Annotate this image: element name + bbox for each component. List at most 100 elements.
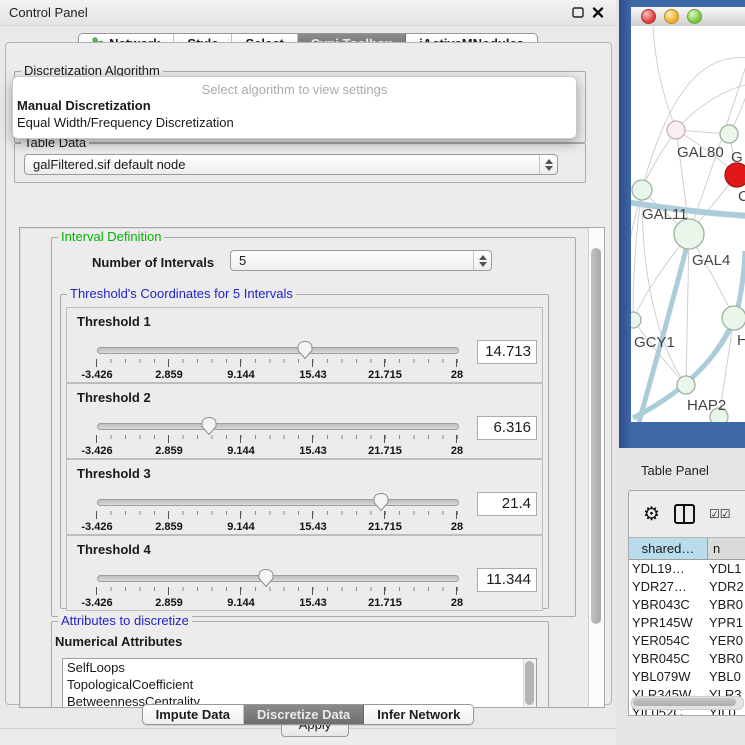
node-label: C	[738, 188, 745, 205]
numerical-attributes-label: Numerical Attributes	[55, 634, 182, 649]
node-label: HAP2	[687, 397, 726, 414]
threshold-slider[interactable]: -3.4262.8599.14415.4321.71528	[97, 494, 457, 530]
threshold-value-field[interactable]: 11.344	[477, 568, 537, 592]
table-row[interactable]: YBL079WYBL0	[629, 668, 745, 686]
table-data-combobox[interactable]: galFiltered.sif default node	[24, 154, 558, 175]
table-row[interactable]: YDR27…YDR2	[629, 578, 745, 596]
slider-track[interactable]	[97, 423, 459, 430]
tab-label: Impute Data	[156, 707, 230, 722]
node-label: GAL80	[677, 144, 724, 161]
node-selected-red[interactable]	[725, 163, 745, 187]
table-row[interactable]: YBR045CYBR0	[629, 650, 745, 668]
gear-icon[interactable]: ⚙	[643, 505, 660, 524]
num-intervals-combobox[interactable]: 5	[230, 250, 492, 271]
slider-track[interactable]	[97, 499, 459, 506]
threshold-value-field[interactable]: 21.4	[477, 492, 537, 516]
tab-impute-data[interactable]: Impute Data	[143, 705, 244, 724]
dropdown-option-manual[interactable]: Manual Discretization	[13, 97, 576, 114]
tab-discretize-data[interactable]: Discretize Data	[244, 705, 364, 724]
dropdown-placeholder: Select algorithm to view settings	[13, 82, 576, 97]
table-row[interactable]: YBR043CYBR0	[629, 596, 745, 614]
settings-scrollbar[interactable]	[588, 228, 604, 707]
slider-thumb[interactable]	[257, 568, 275, 588]
slider-track[interactable]	[97, 575, 459, 582]
node[interactable]	[720, 125, 738, 143]
table-panel: ⚙ ☑☑ shared… n YDL19…YDL1 YDR27…YDR2 YBR…	[628, 490, 745, 716]
group-label: Interval Definition	[58, 229, 164, 245]
slider-track[interactable]	[97, 347, 459, 354]
minimize-traffic-light[interactable]	[664, 9, 679, 24]
table-toolbar: ⚙ ☑☑	[629, 491, 745, 537]
table-row[interactable]: YPR145WYPR1	[629, 614, 745, 632]
stepper-arrows-icon	[473, 251, 491, 270]
slider-thumb[interactable]	[296, 340, 314, 360]
close-traffic-light[interactable]	[641, 9, 656, 24]
slider-thumb[interactable]	[372, 492, 390, 512]
column-header-shared-name[interactable]: shared…	[629, 538, 708, 559]
tab-infer-network[interactable]: Infer Network	[364, 705, 473, 724]
combobox-value: galFiltered.sif default node	[33, 157, 185, 172]
node-gal80[interactable]	[667, 121, 685, 139]
interval-definition-group: Interval Definition Number of Intervals …	[51, 237, 576, 617]
zoom-traffic-light[interactable]	[687, 9, 702, 24]
threshold-panel: Threshold 4 -3.4262.8599.14415.4321.7152…	[66, 535, 543, 611]
panel-title: Control Panel	[9, 5, 88, 20]
table-row[interactable]: YDL19…YDL1	[629, 560, 745, 578]
table-panel-title: Table Panel	[641, 463, 709, 478]
node-label: GAL4	[692, 252, 730, 269]
close-icon[interactable]	[592, 7, 604, 18]
algorithm-dropdown-popup: Select algorithm to view settings Manual…	[12, 76, 577, 139]
group-label: Threshold's Coordinates for 5 Intervals	[67, 286, 296, 302]
network-window-titlebar[interactable]	[631, 7, 745, 27]
network-canvas[interactable]: GAL80 G GAL11 C GAL4 GCY1 H HAP2	[631, 26, 745, 422]
slider-major-ticks	[96, 511, 458, 519]
numerical-attributes-list[interactable]: SelfLoops TopologicalCoefficient Between…	[62, 658, 537, 708]
threshold-label: Threshold 2	[77, 390, 151, 405]
dropdown-option-equal-width[interactable]: Equal Width/Frequency Discretization	[13, 114, 576, 131]
bottom-tab-bar: Impute Data Discretize Data Infer Networ…	[0, 704, 616, 725]
num-intervals-label: Number of Intervals	[92, 255, 214, 270]
threshold-panel: Threshold 3 -3.4262.8599.14415.4321.7152…	[66, 459, 543, 535]
threshold-panel: Threshold 1 -3.4262.8599.14415.4321.7152…	[66, 307, 543, 383]
threshold-label: Threshold 4	[77, 542, 151, 557]
node-table: shared… n YDL19…YDL1 YDR27…YDR2 YBR043CY…	[629, 537, 745, 715]
columns-icon[interactable]	[674, 504, 695, 524]
float-window-icon[interactable]	[572, 7, 584, 18]
attributes-group: Attributes to discretize Numerical Attri…	[51, 621, 549, 708]
settings-scrollpane: Interval Definition Number of Intervals …	[19, 227, 605, 708]
cyni-toolbox-panel: Discretization Algorithm Table Data galF…	[5, 42, 612, 705]
combobox-value: 5	[239, 253, 246, 268]
tab-label: Discretize Data	[257, 707, 350, 722]
select-columns-icon[interactable]: ☑☑	[709, 507, 731, 521]
node-h[interactable]	[722, 306, 745, 330]
table-row[interactable]: YER054CYER0	[629, 632, 745, 650]
threshold-label: Threshold 1	[77, 314, 151, 329]
threshold-slider[interactable]: -3.4262.8599.14415.4321.71528	[97, 418, 457, 454]
node-hap2[interactable]	[677, 376, 695, 394]
list-scrollbar[interactable]	[523, 659, 536, 708]
list-item[interactable]: SelfLoops	[63, 659, 536, 676]
slider-thumb[interactable]	[200, 416, 218, 436]
node-label: GAL11	[642, 206, 688, 223]
threshold-value-field[interactable]: 14.713	[477, 340, 537, 364]
tab-label: Infer Network	[377, 707, 460, 722]
node-gcy1[interactable]	[631, 312, 641, 328]
list-item[interactable]: TopologicalCoefficient	[63, 676, 536, 693]
node-label: H	[737, 332, 745, 349]
threshold-value-field[interactable]: 6.316	[477, 416, 537, 440]
table-horizontal-scrollbar[interactable]	[631, 696, 744, 710]
thresholds-group: Threshold's Coordinates for 5 Intervals …	[60, 294, 549, 609]
node-gal4[interactable]	[674, 219, 704, 249]
threshold-slider[interactable]: -3.4262.8599.14415.4321.71528	[97, 342, 457, 378]
threshold-slider[interactable]: -3.4262.8599.14415.4321.71528	[97, 570, 457, 606]
slider-major-ticks	[96, 435, 458, 443]
node-gal11[interactable]	[632, 180, 652, 200]
group-label: Attributes to discretize	[58, 613, 192, 629]
control-panel-titlebar: Control Panel	[0, 0, 616, 26]
right-column: GAL80 G GAL11 C GAL4 GCY1 H HAP2 Table P…	[616, 0, 745, 745]
node-label: GCY1	[634, 334, 675, 351]
control-panel: Control Panel Network Style Select Cyni …	[0, 0, 617, 729]
network-view-window: GAL80 G GAL11 C GAL4 GCY1 H HAP2	[619, 0, 745, 448]
node-label: G	[731, 149, 743, 166]
column-header-name[interactable]: n	[708, 538, 745, 559]
